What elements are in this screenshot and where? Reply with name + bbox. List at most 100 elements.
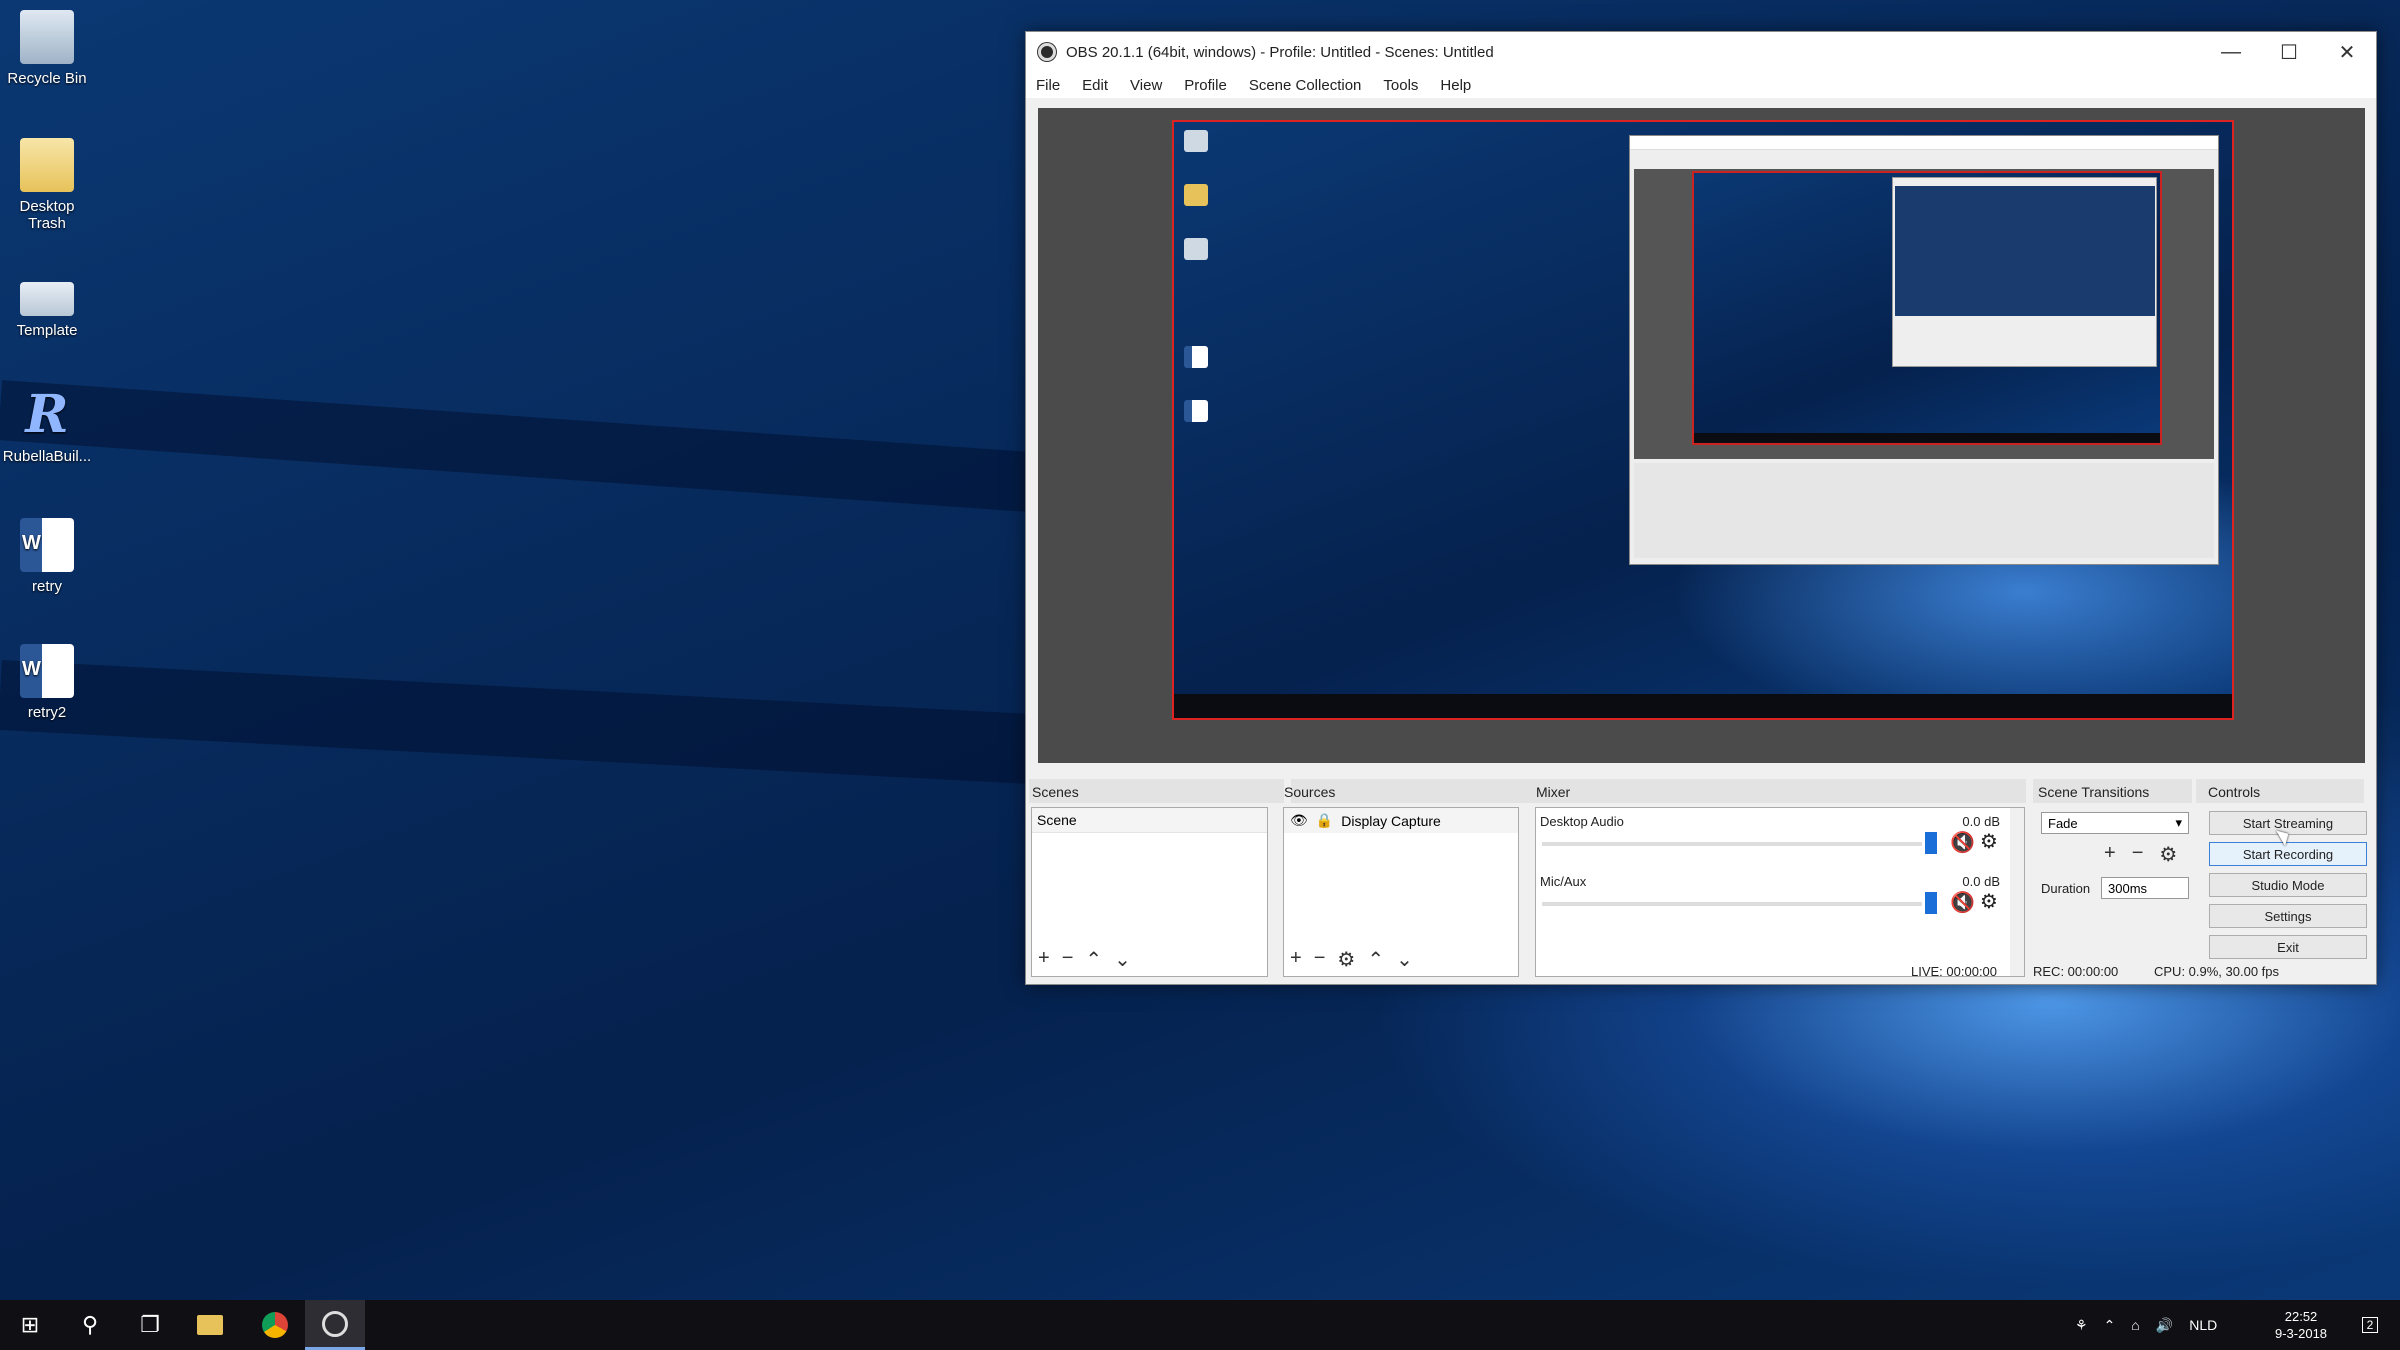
obs-logo-icon	[1038, 43, 1056, 61]
volume-fader[interactable]	[1925, 892, 1937, 914]
duration-label: Duration	[2041, 881, 2091, 896]
eye-icon[interactable]: 👁	[1290, 812, 1308, 829]
mixer-channel-mic-aux: Mic/Aux 0.0 dB 🔇 ⚙	[1540, 874, 2006, 924]
source-item[interactable]: 👁 🔒 Display Capture	[1284, 808, 1518, 833]
gear-icon[interactable]: ⚙	[1980, 829, 1998, 854]
rubella-app-icon: R	[25, 384, 69, 445]
remove-transition-icon[interactable]: −	[2132, 842, 2144, 867]
menu-edit[interactable]: Edit	[1082, 77, 1108, 94]
chrome-icon[interactable]	[245, 1300, 305, 1350]
transition-select[interactable]: Fade ▾	[2041, 812, 2189, 834]
duration-field[interactable]: 300ms	[2101, 877, 2189, 899]
channel-name: Mic/Aux	[1540, 874, 1587, 889]
minimize-button[interactable]: —	[2202, 32, 2260, 72]
file-explorer-icon[interactable]	[180, 1300, 240, 1350]
add-transition-icon[interactable]: +	[2104, 842, 2116, 867]
menu-help[interactable]: Help	[1440, 77, 1471, 94]
task-view-icon[interactable]: ❐	[120, 1300, 180, 1350]
clock-date: 9-3-2018	[2275, 1326, 2328, 1341]
speaker-muted-icon[interactable]: 🔇	[1950, 890, 1975, 915]
settings-button[interactable]: Settings	[2209, 904, 2367, 928]
source-name: Display Capture	[1341, 812, 1441, 829]
wallpaper-light-beam	[0, 660, 1031, 784]
volume-fader[interactable]	[1925, 832, 1937, 854]
search-icon[interactable]: ⚲	[60, 1300, 120, 1350]
nested-obs-window	[1892, 177, 2157, 367]
rec-status: REC: 00:00:00	[2033, 964, 2119, 979]
template-icon	[20, 282, 74, 316]
desktop-icon-retry2[interactable]: retry2	[0, 644, 94, 721]
volume-track[interactable]	[1542, 842, 1922, 846]
desktop-icon-template[interactable]: Template	[0, 268, 94, 339]
volume-icon[interactable]: 🔊	[2156, 1317, 2173, 1334]
obs-taskbar-icon[interactable]	[305, 1300, 365, 1350]
desktop-icon-recycle-bin[interactable]: Recycle Bin	[0, 10, 94, 87]
notification-center-icon[interactable]: 2	[2340, 1300, 2400, 1350]
people-icon[interactable]: ⚘	[2075, 1317, 2088, 1334]
mini-desktop-icon	[1184, 184, 1208, 206]
word-document-icon	[20, 644, 74, 698]
mixer-dock-title: Mixer	[1536, 784, 1571, 800]
mini-taskbar	[1174, 694, 2232, 718]
mini-desktop-icon	[1184, 400, 1208, 422]
controls-dock-title: Controls	[2208, 784, 2261, 800]
start-recording-button[interactable]: Start Recording	[2209, 842, 2367, 866]
desktop-icon-retry[interactable]: retry	[0, 518, 94, 595]
title-bar[interactable]: OBS 20.1.1 (64bit, windows) - Profile: U…	[1026, 32, 2376, 72]
scenes-list[interactable]: Scene + − ⌃ ⌄	[1031, 807, 1268, 977]
system-tray: ⚘ ⌃ ⌂ 🔊 NLD	[2075, 1300, 2217, 1350]
window-title: OBS 20.1.1 (64bit, windows) - Profile: U…	[1066, 43, 1494, 61]
menu-scene-collection[interactable]: Scene Collection	[1249, 77, 1362, 94]
mixer-panel: Desktop Audio 0.0 dB 🔇 ⚙ Mic/Aux 0.0 dB …	[1535, 807, 2025, 977]
desktop-icon-label: Template	[16, 322, 78, 339]
duration-value: 300ms	[2108, 881, 2148, 896]
desktop-icon-label: Recycle Bin	[7, 70, 87, 87]
volume-track[interactable]	[1542, 902, 1922, 906]
taskbar-clock[interactable]: 22:52 9-3-2018	[2275, 1308, 2327, 1342]
desktop-icon-desktop-trash[interactable]: Desktop Trash	[0, 138, 94, 232]
preview-canvas[interactable]	[1038, 108, 2365, 763]
close-button[interactable]: ✕	[2318, 32, 2376, 72]
nested-docks	[1634, 463, 2214, 558]
menu-tools[interactable]: Tools	[1383, 77, 1418, 94]
sources-list[interactable]: 👁 🔒 Display Capture + − ⚙ ⌃ ⌄	[1283, 807, 1519, 977]
exit-button[interactable]: Exit	[2209, 935, 2367, 959]
transitions-dock-title: Scene Transitions	[2038, 784, 2150, 800]
taskbar: ⊞ ⚲ ❐ ⚘ ⌃ ⌂ 🔊 NLD 22:52 9-3-2018 2	[0, 1300, 2400, 1350]
nested-preview	[1895, 186, 2155, 316]
gear-icon[interactable]: ⚙	[2159, 842, 2177, 867]
menu-file[interactable]: File	[1036, 77, 1060, 94]
chevron-down-icon: ▾	[2175, 815, 2182, 830]
clock-time: 22:52	[2284, 1309, 2318, 1324]
studio-mode-button[interactable]: Studio Mode	[2209, 873, 2367, 897]
live-status: LIVE: 00:00:00	[1911, 964, 1998, 979]
windows-start-icon[interactable]: ⊞	[0, 1300, 60, 1350]
menu-profile[interactable]: Profile	[1184, 77, 1227, 94]
lock-icon[interactable]: 🔒	[1316, 812, 1333, 829]
nested-frame	[1692, 171, 2162, 445]
nested-title-bar	[1630, 136, 2218, 150]
transition-value: Fade	[2048, 816, 2078, 831]
chrome-logo-icon	[262, 1312, 288, 1338]
nested-taskbar	[1694, 433, 2160, 443]
start-streaming-button[interactable]: Start Streaming	[2209, 811, 2367, 835]
cpu-status: CPU: 0.9%, 30.00 fps	[2154, 964, 2280, 979]
language-indicator[interactable]: NLD	[2189, 1317, 2217, 1333]
menu-view[interactable]: View	[1130, 77, 1162, 94]
transition-toolbar: + − ⚙	[2104, 842, 2177, 867]
channel-db: 0.0 dB	[1962, 874, 2000, 889]
desktop-icon-rubella[interactable]: R RubellaBuil...	[0, 384, 94, 466]
chevron-up-icon[interactable]: ⌃	[2104, 1317, 2116, 1334]
word-document-icon	[20, 518, 74, 572]
desktop-icon-label: Desktop Trash	[19, 198, 75, 232]
speaker-muted-icon[interactable]: 🔇	[1950, 830, 1975, 855]
display-capture-preview[interactable]	[1172, 120, 2234, 720]
mixer-scrollbar[interactable]	[2010, 808, 2024, 976]
obs-window: OBS 20.1.1 (64bit, windows) - Profile: U…	[1025, 31, 2377, 985]
gear-icon[interactable]: ⚙	[1980, 889, 1998, 914]
network-icon[interactable]: ⌂	[2131, 1317, 2139, 1333]
mini-desktop-icon	[1184, 292, 1208, 314]
maximize-button[interactable]: ☐	[2260, 32, 2318, 72]
scene-item[interactable]: Scene	[1032, 808, 1267, 833]
mini-desktop-icon	[1184, 130, 1208, 152]
